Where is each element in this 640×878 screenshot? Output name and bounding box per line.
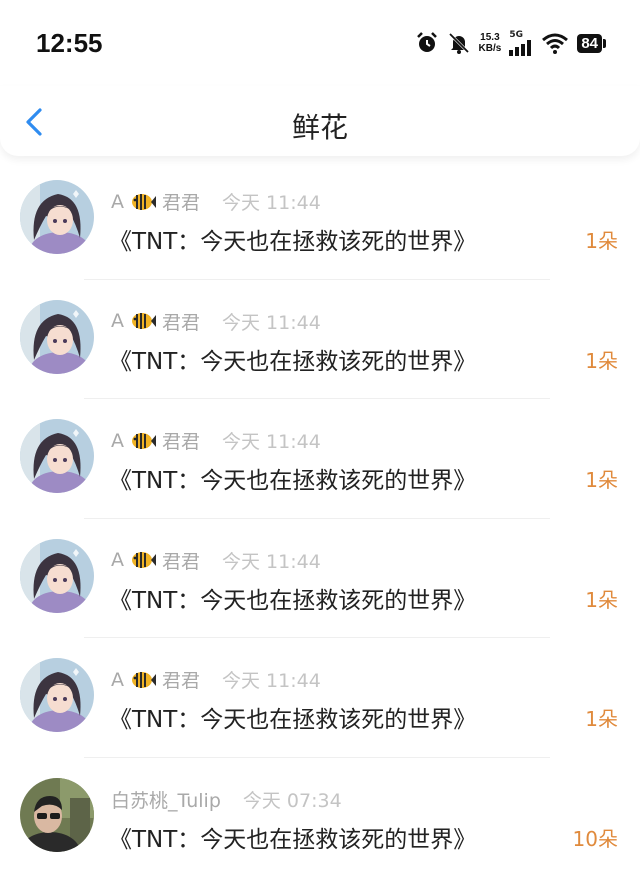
flower-list: A 君君 今天 11:44 《TNT：今天也在拯救该死的世界》 1朵 A 君君 … — [0, 160, 640, 878]
status-time: 12:55 — [36, 28, 103, 58]
list-item[interactable]: 白苏桃_Tulip 今天 07:34 《TNT：今天也在拯救该死的世界》 10朵 — [0, 758, 640, 878]
battery-indicator: 84 — [577, 33, 606, 53]
fish-icon — [132, 313, 156, 330]
status-bar: 12:55 15.3 KB/s 5G 84 — [0, 0, 640, 86]
book-title[interactable]: 《TNT：今天也在拯救该死的世界》 — [109, 700, 476, 734]
anime-girl-avatar-icon — [20, 180, 94, 254]
sender-name[interactable]: A — [111, 310, 124, 332]
send-time: 今天 11:44 — [222, 192, 321, 214]
sender-line: A 君君 今天 11:44 — [111, 547, 321, 574]
network-type: 5G — [509, 29, 523, 40]
page-title: 鲜花 — [291, 111, 348, 144]
avatar[interactable] — [20, 538, 94, 613]
sender-name-suffix: 君君 — [162, 311, 201, 334]
flower-count: 10朵 — [572, 826, 618, 851]
sender-line: A 君君 今天 11:44 — [111, 666, 321, 693]
flower-count: 1朵 — [585, 348, 618, 373]
list-item[interactable]: A 君君 今天 11:44 《TNT：今天也在拯救该死的世界》 1朵 — [0, 638, 640, 758]
sender-name-suffix: 君君 — [162, 431, 201, 454]
sender-name-suffix: 君君 — [162, 670, 201, 693]
sender-name[interactable]: 白苏桃_Tulip — [111, 786, 221, 813]
book-title[interactable]: 《TNT：今天也在拯救该死的世界》 — [109, 820, 476, 854]
cellular-signal: 5G — [509, 29, 533, 56]
list-item[interactable]: A 君君 今天 11:44 《TNT：今天也在拯救该死的世界》 1朵 — [0, 160, 640, 280]
anime-girl-avatar-icon — [20, 419, 94, 494]
list-item[interactable]: A 君君 今天 11:44 《TNT：今天也在拯救该死的世界》 1朵 — [0, 519, 640, 639]
send-time: 今天 11:44 — [222, 311, 321, 334]
book-title[interactable]: 《TNT：今天也在拯救该死的世界》 — [109, 222, 476, 256]
flower-count: 1朵 — [585, 468, 618, 493]
send-time: 今天 11:44 — [222, 550, 321, 573]
fish-icon — [132, 671, 156, 688]
send-time: 今天 11:44 — [222, 670, 321, 693]
fish-icon — [132, 193, 156, 210]
list-item[interactable]: A 君君 今天 11:44 《TNT：今天也在拯救该死的世界》 1朵 — [0, 399, 640, 519]
anime-girl-avatar-icon — [20, 658, 94, 733]
sender-name-suffix: 君君 — [162, 192, 201, 214]
network-speed-unit: KB/s — [478, 43, 502, 54]
status-icons: 15.3 KB/s 5G 84 — [415, 28, 606, 58]
flower-count: 1朵 — [585, 587, 618, 612]
avatar[interactable] — [20, 658, 94, 733]
avatar[interactable] — [20, 419, 94, 494]
sender-line: A 君君 今天 11:44 — [111, 308, 321, 335]
avatar[interactable] — [20, 299, 94, 374]
network-speed-value: 15.3 — [480, 32, 500, 43]
fish-icon — [132, 552, 156, 569]
mute-bell-icon — [448, 32, 469, 54]
battery-tip — [603, 38, 606, 48]
anime-girl-avatar-icon — [20, 299, 94, 374]
alarm-icon — [416, 32, 437, 52]
anime-girl-avatar-icon — [20, 538, 94, 613]
man-with-glasses-avatar-icon — [20, 777, 94, 852]
book-title[interactable]: 《TNT：今天也在拯救该死的世界》 — [109, 461, 476, 495]
sender-line: A 君君 今天 11:44 — [111, 427, 321, 454]
signal-bars-icon — [509, 39, 532, 56]
book-title[interactable]: 《TNT：今天也在拯救该死的世界》 — [109, 581, 476, 615]
sender-name-suffix: 君君 — [162, 550, 201, 573]
sender-name[interactable]: A — [111, 549, 124, 571]
sender-name[interactable]: A — [111, 430, 124, 452]
sender-name[interactable]: A — [111, 191, 124, 213]
network-speed: 15.3 KB/s — [479, 32, 502, 54]
page-header: 鲜花 — [0, 86, 640, 156]
sender-name[interactable]: A — [111, 669, 124, 691]
wifi-icon — [542, 33, 569, 54]
sender-line: A 君君 今天 11:44 — [111, 188, 321, 215]
avatar[interactable] — [20, 777, 94, 852]
avatar[interactable] — [20, 180, 94, 254]
battery-level: 84 — [577, 33, 602, 53]
send-time: 今天 07:34 — [242, 789, 342, 812]
fish-icon — [132, 432, 156, 449]
sender-line: 白苏桃_Tulip 今天 07:34 — [111, 786, 342, 813]
flower-count: 1朵 — [585, 229, 618, 253]
send-time: 今天 11:44 — [222, 431, 321, 454]
book-title[interactable]: 《TNT：今天也在拯救该死的世界》 — [109, 342, 476, 376]
list-item[interactable]: A 君君 今天 11:44 《TNT：今天也在拯救该死的世界》 1朵 — [0, 280, 640, 400]
flower-count: 1朵 — [585, 707, 618, 732]
